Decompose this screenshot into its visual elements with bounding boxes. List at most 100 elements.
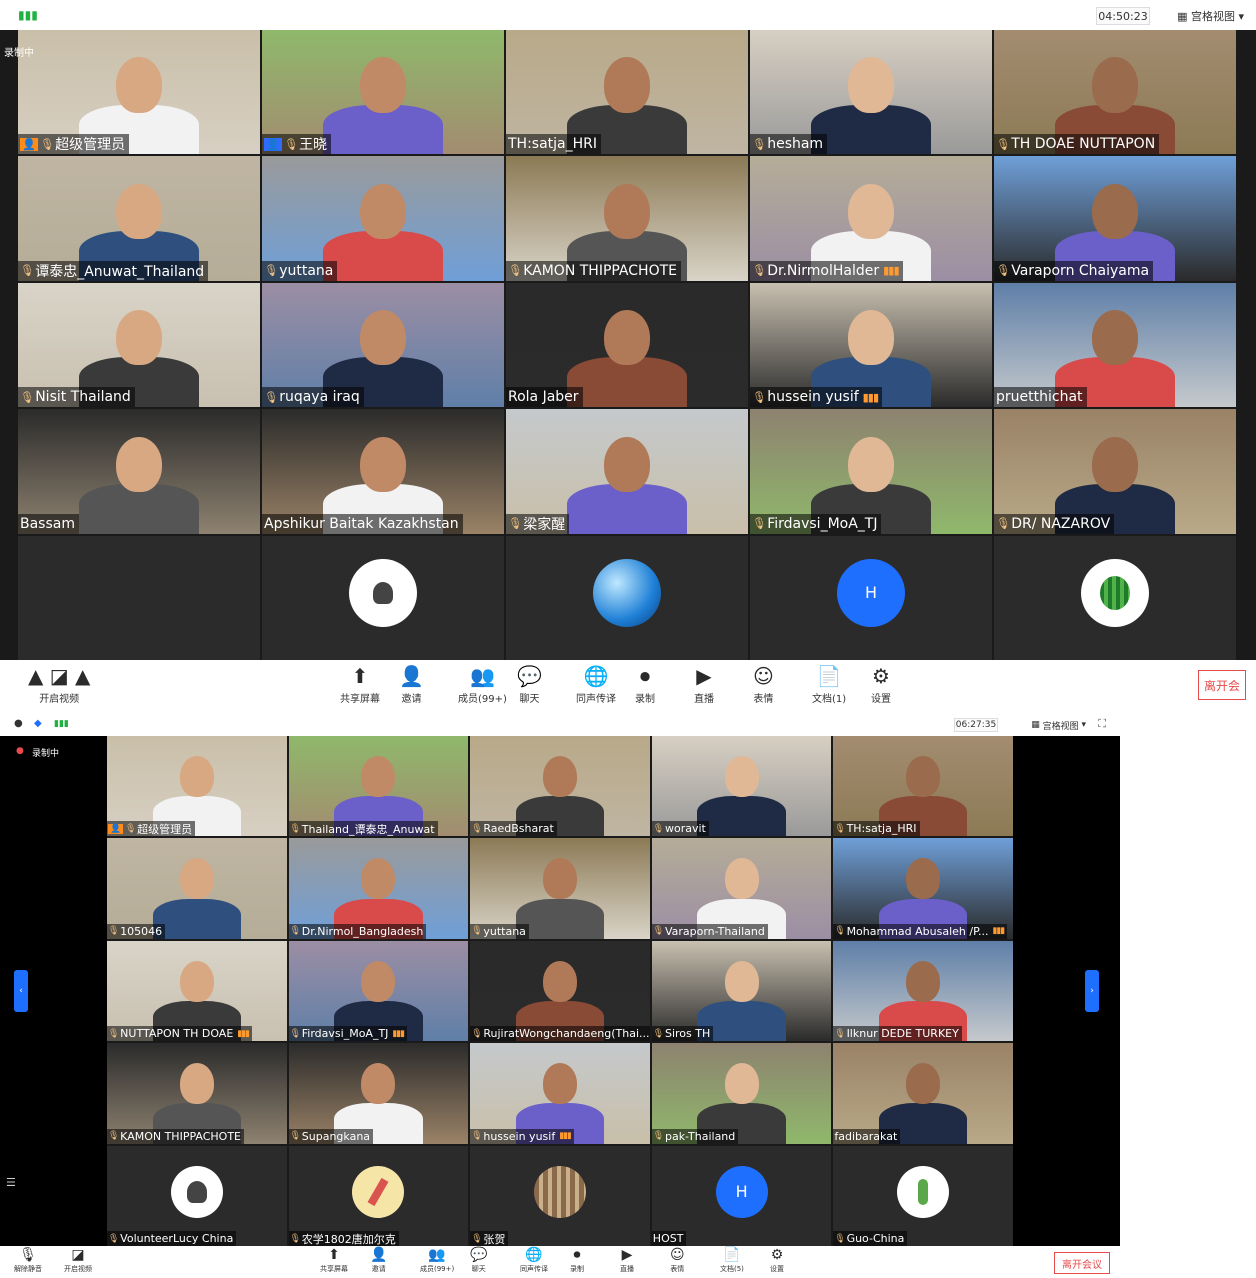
participant-tile[interactable]: 🎙 Varaporn Chaiyama — [994, 156, 1236, 281]
participant-tile[interactable] — [18, 535, 260, 660]
toolbar-label: 成员(99+) — [458, 694, 507, 705]
participant-tile[interactable]: 🎙 105046 — [107, 838, 287, 939]
toolbar-interpretation-button[interactable]: 🌐 同声传译 — [520, 1248, 548, 1274]
toolbar-record-button[interactable]: ⏺ 录制 — [570, 1248, 584, 1274]
toolbar-label: 共享屏幕 — [320, 1265, 348, 1273]
leave-meeting-button[interactable]: 离开会议 — [1054, 1252, 1110, 1274]
toolbar-chat-button[interactable]: 💬 聊天 — [517, 666, 542, 705]
participant-tile[interactable]: 🎙 梁家醒 — [506, 409, 748, 534]
participant-tile[interactable]: Apshikur Baitak Kazakhstan — [262, 409, 504, 534]
participant-name-label: 🎙 woravit — [651, 821, 709, 837]
gallery-view-toggle[interactable]: ▦ 宫格视图 ▾ — [1031, 718, 1086, 732]
unmute-button[interactable]: 🎙 解除静音 — [14, 1248, 42, 1274]
participant-silhouette — [724, 960, 759, 1002]
participant-tile[interactable]: 🎙 yuttana — [470, 838, 650, 939]
meeting-timer: 06:27:35 — [954, 718, 998, 732]
video-toggle-button[interactable]: ▲ ◪ ▲ 开启视频 — [28, 666, 90, 705]
participant-tile[interactable]: 🎙 RujiratWongchandaeng(Thai... — [470, 940, 650, 1042]
participant-tile[interactable]: 🎙 KAMON THIPPACHOTE — [107, 1043, 287, 1144]
toolbar-interpretation-button[interactable]: 🌐 同声传译 — [576, 666, 616, 705]
participant-tile[interactable]: 🎙 Dr.NirmolHalder ▮▮▮ — [750, 156, 992, 281]
participant-tile[interactable]: 🎙 woravit — [651, 736, 832, 837]
participant-tile[interactable]: 🎙 Siros TH — [651, 940, 832, 1042]
toolbar-members-button[interactable]: 👥 成员(99+) — [458, 666, 507, 705]
previous-page-button[interactable]: ‹ — [14, 970, 28, 1012]
participant-tile[interactable]: 🎙 hussein yusif ▮▮▮ — [750, 282, 992, 408]
participant-tile[interactable]: 🎙 ruqaya iraq — [262, 282, 504, 408]
participant-tile[interactable] — [506, 535, 748, 660]
participant-tile[interactable]: 🎙 pak-Thailand — [651, 1043, 832, 1144]
signal-icon[interactable]: ▮▮▮ — [18, 8, 38, 22]
participant-tile[interactable]: 🎙 Guo-China — [833, 1145, 1013, 1246]
participant-tile[interactable]: H HOST — [651, 1145, 832, 1246]
top-bar: ● ◆ ▮▮▮ 06:27:35 ▦ 宫格视图 ▾ ⛶ — [0, 714, 1120, 736]
participant-tile[interactable]: 🎙 NUTTAPON TH DOAE ▮▮▮ — [107, 940, 287, 1042]
toolbar-live-button[interactable]: ▶ 直播 — [694, 666, 714, 705]
gallery-view-toggle[interactable]: ▦ 宫格视图 ▾ — [1177, 7, 1244, 25]
next-page-button[interactable]: › — [1085, 970, 1099, 1012]
toolbar-gear-button[interactable]: ⚙ 设置 — [871, 666, 891, 705]
info-icon[interactable]: ● — [14, 718, 23, 729]
toolbar-share-screen-button[interactable]: ⬆ 共享屏幕 — [340, 666, 380, 705]
participant-tile[interactable]: 🎙 DR/ NAZAROV — [994, 409, 1236, 534]
participant-tile[interactable]: TH:satja_HRI — [506, 30, 748, 155]
participant-tile[interactable]: 🎙 Ilknur DEDE TURKEY — [833, 940, 1013, 1042]
toolbar-members-button[interactable]: 👥 成员(99+) — [420, 1248, 454, 1274]
toolbar-invite-button[interactable]: 👤 邀请 — [370, 1248, 387, 1274]
participant-tile[interactable]: pruetthichat — [994, 282, 1236, 408]
participant-tile[interactable]: 🎙 张贺 — [470, 1145, 650, 1246]
participant-tile[interactable]: 🎙 Thailand_谭泰忠_Anuwat — [288, 736, 469, 837]
participant-tile[interactable]: Bassam — [18, 409, 260, 534]
participant-tile[interactable]: 🎙 Nisit Thailand — [18, 282, 260, 408]
participant-tile[interactable]: 🎙 Mohammad Abusaleh /P... ▮▮▮ — [833, 838, 1013, 939]
video-grid: 👤 🎙 超级管理员 🎙 Thailand_谭泰忠_Anuwat 🎙 RaedBsharat 🎙… — [107, 736, 1013, 1246]
list-icon[interactable]: ☰ — [6, 1176, 16, 1189]
participant-tile[interactable]: 🎙 Firdavsi_MoA_TJ — [750, 409, 992, 534]
participant-tile[interactable]: 🎙 RaedBsharat — [470, 736, 650, 837]
leave-meeting-button[interactable]: 离开会 — [1198, 670, 1246, 700]
participant-name: TH:satja_HRI — [846, 822, 917, 836]
fullscreen-icon[interactable]: ⛶ — [1098, 717, 1106, 731]
participant-tile[interactable]: 👤 🎙 王晓 — [262, 30, 504, 155]
participant-tile[interactable]: 🎙 hesham — [750, 30, 992, 155]
participant-silhouette — [360, 436, 406, 492]
toolbar-emoji-button[interactable]: ☺ 表情 — [670, 1248, 685, 1274]
participant-tile[interactable]: 🎙 VolunteerLucy China — [107, 1145, 287, 1246]
toolbar-emoji-button[interactable]: ☺ 表情 — [753, 666, 774, 705]
participant-tile[interactable]: 🎙 TH:satja_HRI — [833, 736, 1013, 837]
toolbar-live-button[interactable]: ▶ 直播 — [620, 1248, 634, 1274]
toolbar-share-screen-button[interactable]: ⬆ 共享屏幕 — [320, 1248, 348, 1274]
participant-name: Varaporn Chaiyama — [1011, 262, 1150, 279]
participant-tile[interactable] — [994, 535, 1236, 660]
toolbar-document-button[interactable]: 📄 文档(5) — [720, 1248, 744, 1274]
shield-icon[interactable]: ◆ — [34, 718, 42, 729]
participant-tile[interactable]: 🎙 Firdavsi_MoA_TJ ▮▮▮ — [288, 940, 469, 1042]
toolbar-gear-button[interactable]: ⚙ 设置 — [770, 1248, 784, 1274]
participant-body — [697, 796, 786, 837]
toolbar-record-button[interactable]: ⏺ 录制 — [635, 666, 655, 705]
participant-tile[interactable]: 🎙 谭泰忠_Anuwat_Thailand — [18, 156, 260, 281]
participant-name-label: pruetthichat — [994, 387, 1087, 408]
participant-tile[interactable]: H — [750, 535, 992, 660]
participant-tile[interactable] — [262, 535, 504, 660]
participant-tile[interactable]: 🎙 农学1802唐加尔克 — [288, 1145, 469, 1246]
participant-tile[interactable]: 🎙 yuttana — [262, 156, 504, 281]
participant-tile[interactable]: 🎙 hussein yusif ▮▮▮ — [470, 1043, 650, 1144]
participant-tile[interactable]: Rola Jaber — [506, 282, 748, 408]
signal-icon[interactable]: ▮▮▮ — [54, 719, 69, 729]
participant-tile[interactable]: 🎙 Supangkana — [288, 1043, 469, 1144]
participant-tile[interactable]: 🎙 KAMON THIPPACHOTE — [506, 156, 748, 281]
participant-tile[interactable]: fadibarakat — [833, 1043, 1013, 1144]
toolbar-label: 直播 — [694, 694, 714, 705]
toolbar-chat-button[interactable]: 💬 聊天 — [470, 1248, 487, 1274]
unmute-label: 解除静音 — [14, 1265, 42, 1273]
participant-tile[interactable]: 👤 🎙 超级管理员 — [107, 736, 287, 837]
participant-tile[interactable]: 🎙 Varaporn-Thailand — [651, 838, 832, 939]
participant-tile[interactable]: 👤 🎙 超级管理员 — [18, 30, 260, 155]
participant-tile[interactable]: 🎙 TH DOAE NUTTAPON — [994, 30, 1236, 155]
participant-tile[interactable]: 🎙 Dr.Nirmol_Bangladesh — [288, 838, 469, 939]
toolbar-invite-button[interactable]: 👤 邀请 — [399, 666, 424, 705]
toolbar-document-button[interactable]: 📄 文档(1) — [812, 666, 846, 705]
video-toggle-button[interactable]: ◪ 开启视频 — [64, 1248, 92, 1274]
mic-muted-icon: 🎙 — [471, 1131, 483, 1142]
